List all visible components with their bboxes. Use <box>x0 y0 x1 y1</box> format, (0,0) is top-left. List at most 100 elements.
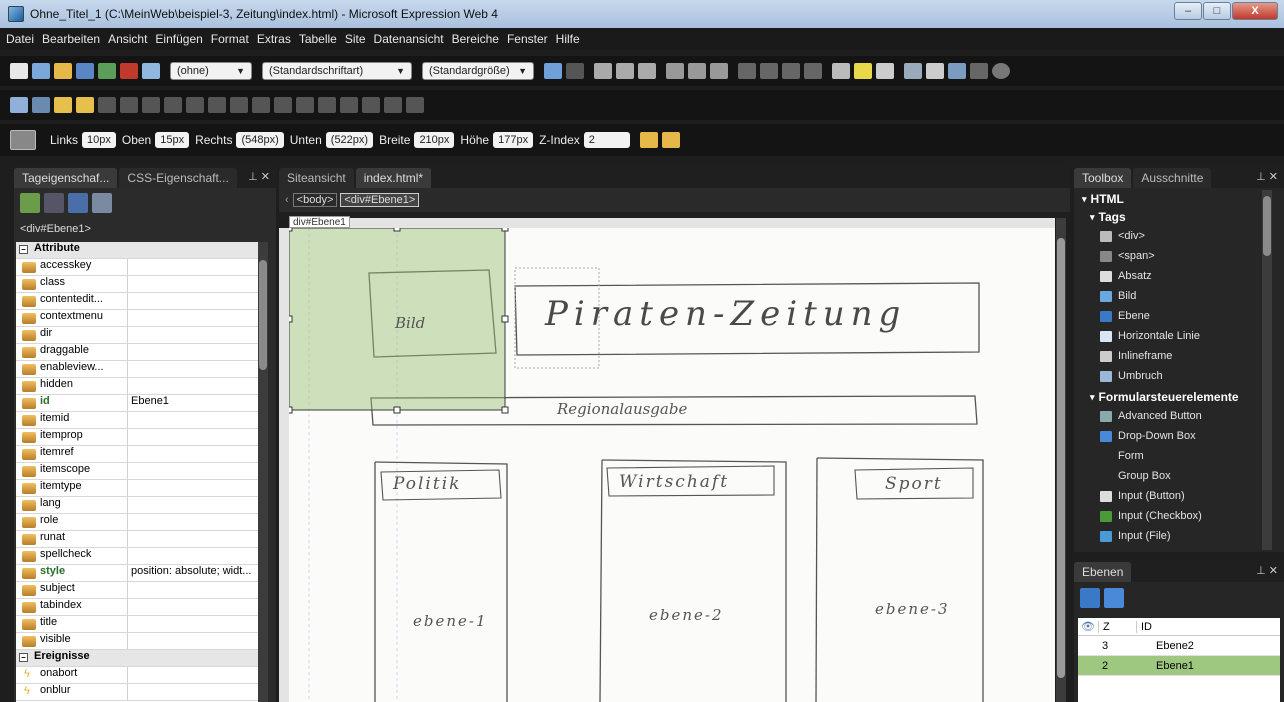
attribute-value[interactable] <box>128 582 131 598</box>
menu-extras[interactable]: Extras <box>257 32 291 46</box>
attribute-value[interactable] <box>128 480 131 496</box>
breite-field[interactable]: 210px <box>414 132 455 148</box>
indent-icon[interactable] <box>804 63 822 79</box>
toolbox-scrollbar[interactable] <box>1262 190 1272 550</box>
event-value[interactable] <box>128 667 131 683</box>
tab-site-view[interactable]: Siteansicht <box>279 168 354 188</box>
minimize-button[interactable]: – <box>1174 2 1202 20</box>
attribute-value[interactable]: Ebene1 <box>128 395 169 411</box>
font-color-icon[interactable] <box>876 63 894 79</box>
col-id[interactable]: ID <box>1136 620 1152 633</box>
category-attributes[interactable]: − Attribute <box>16 242 258 259</box>
tab-toolbox[interactable]: Toolbox <box>1074 168 1132 188</box>
collapse-icon[interactable]: − <box>19 653 28 662</box>
insert-layer-icon[interactable] <box>1080 588 1100 608</box>
crumb-div[interactable]: <div#Ebene1> <box>340 193 420 207</box>
layer-row[interactable]: 3 Ebene2 <box>1078 636 1280 656</box>
event-value[interactable] <box>128 684 131 700</box>
italic-icon[interactable] <box>616 63 634 79</box>
rectangle-icon[interactable] <box>318 97 336 113</box>
brightness-icon[interactable] <box>208 97 226 113</box>
size-select[interactable]: (Standardgröße) ▼ <box>422 62 534 80</box>
tab-tag-properties[interactable]: Tageigenschaf... <box>14 168 118 188</box>
menu-einfuegen[interactable]: Einfügen <box>155 32 202 46</box>
edit-layer-icon[interactable] <box>1104 588 1124 608</box>
attribute-value[interactable] <box>128 463 131 479</box>
event-row[interactable]: ϟ onabort <box>16 667 258 684</box>
zindex-field[interactable]: 2 <box>583 132 630 148</box>
menu-site[interactable]: Site <box>345 32 366 46</box>
attribute-row[interactable]: style position: absolute; widt... <box>16 565 258 582</box>
toolbox-item[interactable]: Input (Button) <box>1100 486 1284 506</box>
attribute-value[interactable] <box>128 633 131 649</box>
highlight-icon[interactable] <box>854 63 872 79</box>
send-backward-icon[interactable] <box>76 97 94 113</box>
attribute-row[interactable]: lang <box>16 497 258 514</box>
browser-icon[interactable] <box>970 63 988 79</box>
border-icon[interactable] <box>832 63 850 79</box>
toolbox-item[interactable]: Ebene <box>1100 306 1284 326</box>
undo-icon[interactable] <box>544 63 562 79</box>
contrast-icon[interactable] <box>186 97 204 113</box>
attribute-value[interactable] <box>128 276 131 292</box>
attribute-value[interactable] <box>128 548 131 564</box>
toolbox-item[interactable]: Umbruch <box>1100 366 1284 386</box>
toolbox-item[interactable]: <span> <box>1100 246 1284 266</box>
circle-icon[interactable] <box>340 97 358 113</box>
collapse-icon[interactable]: − <box>19 245 28 254</box>
scroll-thumb[interactable] <box>1057 238 1065 678</box>
attribute-value[interactable] <box>128 310 131 326</box>
attribute-row[interactable]: runat <box>16 531 258 548</box>
hoehe-field[interactable]: 177px <box>493 132 534 148</box>
rechts-field[interactable]: (548px) <box>236 132 284 148</box>
attribute-row[interactable]: itemid <box>16 412 258 429</box>
toolbox-item[interactable]: Input (File) <box>1100 526 1284 546</box>
toolbox-item[interactable]: Bild <box>1100 286 1284 306</box>
attribute-row[interactable]: spellcheck <box>16 548 258 565</box>
category-events[interactable]: − Ereignisse <box>16 650 258 667</box>
polygon-icon[interactable] <box>362 97 380 113</box>
tab-index-html[interactable]: index.html* <box>355 168 432 188</box>
close-button[interactable]: X <box>1232 2 1278 20</box>
links-field[interactable]: 10px <box>82 132 116 148</box>
toolbox-item[interactable]: Input (Checkbox) <box>1100 506 1284 526</box>
properties-scrollbar[interactable] <box>258 242 268 702</box>
menu-bereiche[interactable]: Bereiche <box>452 32 499 46</box>
categorized-icon[interactable] <box>20 193 40 213</box>
unten-field[interactable]: (522px) <box>325 132 374 148</box>
menu-tabelle[interactable]: Tabelle <box>299 32 337 46</box>
scroll-thumb[interactable] <box>1263 196 1271 256</box>
style-select[interactable]: (ohne) ▼ <box>170 62 252 80</box>
select-icon[interactable] <box>296 97 314 113</box>
menu-ansicht[interactable]: Ansicht <box>108 32 147 46</box>
send-to-back-icon[interactable] <box>661 132 680 148</box>
html-group[interactable]: ▾ HTML <box>1082 190 1284 208</box>
attribute-row[interactable]: dir <box>16 327 258 344</box>
attribute-row[interactable]: itemscope <box>16 463 258 480</box>
attribute-value[interactable] <box>128 497 131 513</box>
publish-icon[interactable] <box>98 63 116 79</box>
attribute-row[interactable]: id Ebene1 <box>16 395 258 412</box>
menu-fenster[interactable]: Fenster <box>507 32 548 46</box>
attribute-value[interactable] <box>128 344 131 360</box>
attribute-value[interactable] <box>128 412 131 428</box>
design-canvas[interactable]: Bild Piraten-Zeitung Regionalausgabe Pol… <box>289 228 1055 702</box>
image-icon[interactable] <box>948 63 966 79</box>
attribute-row[interactable]: hidden <box>16 378 258 395</box>
thumbnail-icon[interactable] <box>32 97 50 113</box>
mirror-icon[interactable] <box>164 97 182 113</box>
event-row[interactable]: ϟ onblur <box>16 684 258 701</box>
menu-format[interactable]: Format <box>211 32 249 46</box>
rotate-left-icon[interactable] <box>98 97 116 113</box>
picture-icon[interactable] <box>10 97 28 113</box>
bullet-list-icon[interactable] <box>760 63 778 79</box>
tab-layers[interactable]: Ebenen <box>1074 562 1132 582</box>
redo-icon[interactable] <box>566 63 584 79</box>
attribute-value[interactable] <box>128 361 131 377</box>
align-center-icon[interactable] <box>688 63 706 79</box>
open-folder-icon[interactable] <box>54 63 72 79</box>
tab-snippets[interactable]: Ausschnitte <box>1133 168 1212 188</box>
attribute-row[interactable]: role <box>16 514 258 531</box>
show-set-icon[interactable] <box>68 193 88 213</box>
restore-icon[interactable] <box>406 97 424 113</box>
